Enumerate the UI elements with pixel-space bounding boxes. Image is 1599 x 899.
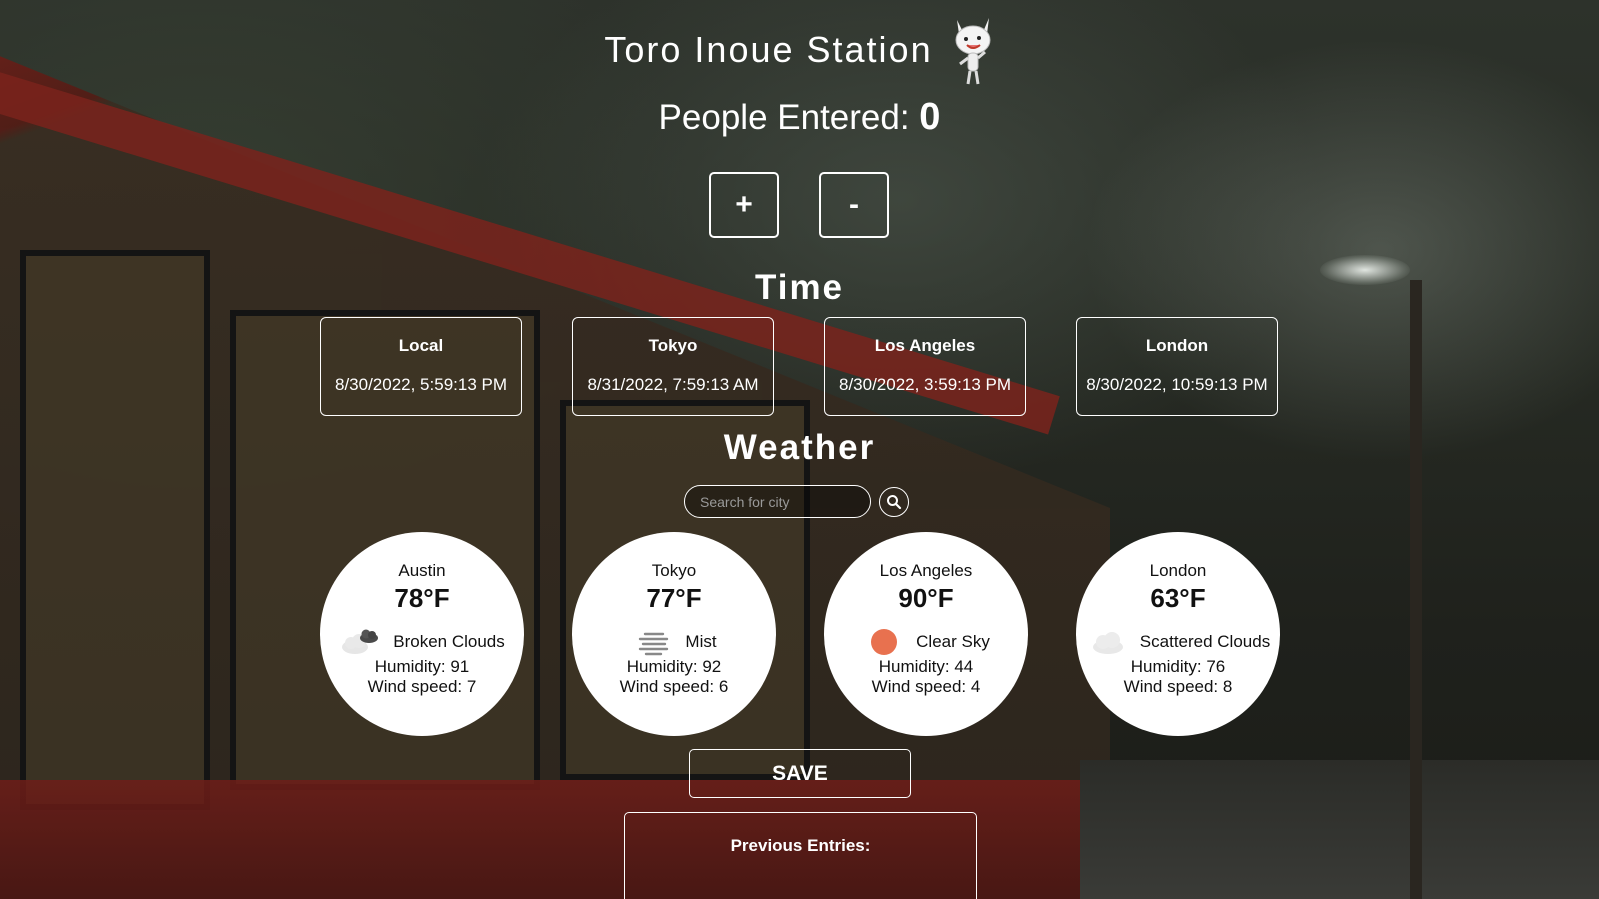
search-button[interactable] (879, 486, 909, 517)
broken-clouds-icon (342, 629, 379, 654)
clock-label: Local (398, 336, 444, 355)
clock-list: Local 8/30/2022, 5:59:13 PM Tokyo 8/31/2… (320, 317, 1278, 416)
weather-card-austin: Austin 78°F Broken Clouds Humidity: 91 W… (320, 532, 524, 736)
clock-card-tokyo: Tokyo 8/31/2022, 7:59:13 AM (572, 317, 774, 416)
toro-cat-mascot-icon (955, 18, 991, 85)
weather-condition-label: Broken Clouds (393, 632, 505, 651)
clock-time: 8/31/2022, 7:59:13 AM (587, 375, 759, 394)
weather-city: London (1149, 561, 1207, 580)
weather-condition: Scattered Clouds (1076, 627, 1280, 657)
save-button[interactable]: SAVE (689, 749, 911, 798)
clear-sky-icon (871, 629, 898, 655)
weather-city: Tokyo (651, 561, 697, 580)
clock-time: 8/30/2022, 5:59:13 PM (334, 375, 508, 394)
weather-condition-label: Clear Sky (916, 632, 990, 651)
weather-condition-label: Scattered Clouds (1139, 632, 1271, 651)
weather-condition: Broken Clouds (320, 627, 524, 657)
weather-card-los-angeles: Los Angeles 90°F Clear Sky Humidity: 44 … (824, 532, 1028, 736)
weather-city: Los Angeles (879, 561, 973, 580)
search-icon (887, 494, 902, 509)
weather-temp: 63°F (1150, 583, 1206, 613)
weather-condition-label: Mist (685, 632, 717, 651)
scattered-clouds-icon (1092, 632, 1123, 654)
previous-entries-panel: Previous Entries: (624, 812, 977, 899)
header: Toro Inoue Station (0, 14, 1599, 86)
clock-card-los-angeles: Los Angeles 8/30/2022, 3:59:13 PM (824, 317, 1026, 416)
weather-humidity: Humidity: 44 (878, 657, 974, 676)
weather-temp: 78°F (394, 583, 450, 613)
clock-time: 8/30/2022, 10:59:13 PM (1086, 375, 1268, 394)
page-content: Toro Inoue Station People Entered: 0 + -… (0, 0, 1599, 899)
weather-wind: Wind speed: 8 (1123, 677, 1233, 696)
time-heading: Time (754, 268, 845, 307)
clock-time: 8/30/2022, 3:59:13 PM (838, 375, 1012, 394)
weather-humidity: Humidity: 76 (1130, 657, 1226, 676)
weather-card-london: London 63°F Scattered Clouds Humidity: 7… (1076, 532, 1280, 736)
clock-card-local: Local 8/30/2022, 5:59:13 PM (320, 317, 522, 416)
weather-humidity: Humidity: 92 (626, 657, 722, 676)
counter-value: 0 (919, 96, 941, 138)
weather-temp: 90°F (898, 583, 954, 613)
weather-condition: Mist (572, 627, 776, 657)
clock-label: Tokyo (648, 336, 698, 355)
clock-card-london: London 8/30/2022, 10:59:13 PM (1076, 317, 1278, 416)
clock-label: London (1145, 336, 1209, 355)
weather-temp: 77°F (646, 583, 702, 613)
weather-wind: Wind speed: 6 (619, 677, 729, 696)
weather-wind: Wind speed: 7 (367, 677, 477, 696)
mist-icon (639, 632, 669, 656)
counter-controls: + - (709, 172, 889, 238)
city-search (684, 485, 909, 518)
decrement-button[interactable]: - (819, 172, 889, 238)
people-counter: People Entered: 0 (0, 96, 1599, 139)
weather-card-list: Austin 78°F Broken Clouds Humidity: 91 W… (320, 532, 1280, 736)
weather-wind: Wind speed: 4 (871, 677, 981, 696)
weather-condition: Clear Sky (824, 627, 1028, 657)
counter-label: People Entered: (658, 98, 910, 137)
weather-card-tokyo: Tokyo 77°F Mist Humidity: 92 Wind speed:… (572, 532, 776, 736)
increment-button[interactable]: + (709, 172, 779, 238)
weather-humidity: Humidity: 91 (374, 657, 470, 676)
clock-label: Los Angeles (874, 336, 976, 355)
page-title: Toro Inoue Station (604, 29, 933, 70)
weather-city: Austin (398, 561, 446, 580)
city-search-input[interactable] (684, 485, 871, 518)
previous-entries-label: Previous Entries: (730, 836, 871, 855)
weather-heading: Weather (723, 428, 876, 467)
